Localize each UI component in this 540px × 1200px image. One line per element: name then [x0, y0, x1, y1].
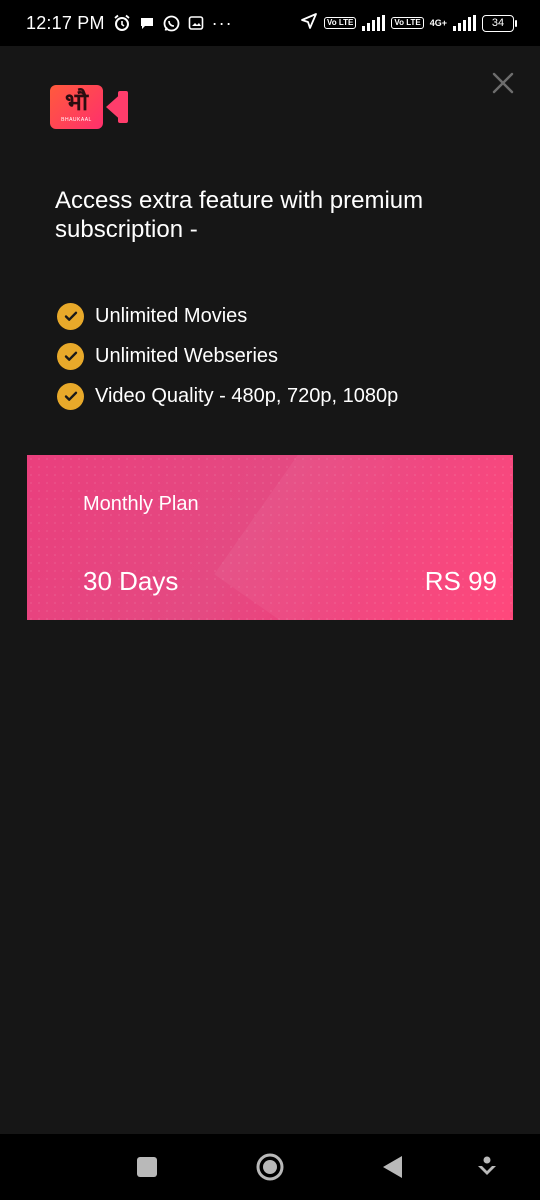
feature-label: Unlimited Webseries	[95, 344, 279, 367]
system-nav-bar	[0, 1134, 540, 1200]
logo-camera-body	[118, 91, 128, 123]
check-circle-icon	[57, 342, 84, 370]
signal-icon	[362, 15, 386, 31]
feature-label: Video Quality - 480p, 720p, 1080p	[95, 384, 399, 407]
page-title: Access extra feature with premium subscr…	[55, 187, 424, 243]
home-button[interactable]	[255, 1152, 285, 1182]
back-triangle-icon	[383, 1156, 402, 1178]
chat-bubble-icon	[139, 15, 155, 31]
feature-label: Unlimited Movies	[95, 304, 248, 327]
whatsapp-icon	[163, 15, 180, 32]
plan-name: Monthly Plan	[83, 493, 199, 515]
gallery-icon	[188, 15, 204, 31]
assistant-icon	[478, 1156, 496, 1175]
check-circle-icon	[57, 382, 84, 410]
signal-4g-icon	[453, 15, 476, 31]
status-right-cluster: Vo LTE Vo LTE 4G+ 34	[300, 12, 517, 35]
feature-item: Unlimited Webseries	[57, 336, 398, 376]
app-logo: भौ BHAUKAAL	[50, 85, 130, 129]
status-time: 12:17 PM	[26, 12, 105, 33]
assistant-button[interactable]	[472, 1152, 502, 1182]
check-circle-icon	[57, 302, 84, 330]
close-button[interactable]	[490, 70, 516, 96]
more-dots-icon: ···	[211, 12, 233, 33]
logo-glyph: भौ	[64, 89, 89, 116]
logo-mark: भौ BHAUKAAL	[50, 85, 103, 129]
alarm-icon	[113, 14, 131, 32]
plan-price: RS 99	[424, 566, 497, 596]
close-icon	[492, 72, 514, 94]
home-circle-icon	[256, 1153, 284, 1181]
recents-square-icon	[137, 1157, 157, 1177]
plan-duration: 30 Days	[83, 566, 179, 596]
status-bar: 12:17 PM ··· Vo LTE Vo LTE 4G+ 34	[0, 0, 540, 46]
location-arrow-icon	[300, 12, 318, 35]
feature-list: Unlimited Movies Unlimited Webseries Vid…	[57, 296, 398, 416]
volte-icon: Vo LTE	[323, 17, 357, 29]
volte-icon-2: Vo LTE	[391, 17, 424, 29]
network-type-label: 4G+	[429, 18, 447, 28]
back-button[interactable]	[378, 1152, 408, 1182]
recents-button[interactable]	[132, 1152, 162, 1182]
monthly-plan-card[interactable]: Monthly Plan 30 Days RS 99	[27, 455, 513, 620]
feature-item: Video Quality - 480p, 720p, 1080p	[57, 376, 398, 416]
logo-wordmark: BHAUKAAL	[61, 117, 92, 123]
battery-icon: 34	[482, 14, 517, 32]
feature-item: Unlimited Movies	[57, 296, 398, 336]
